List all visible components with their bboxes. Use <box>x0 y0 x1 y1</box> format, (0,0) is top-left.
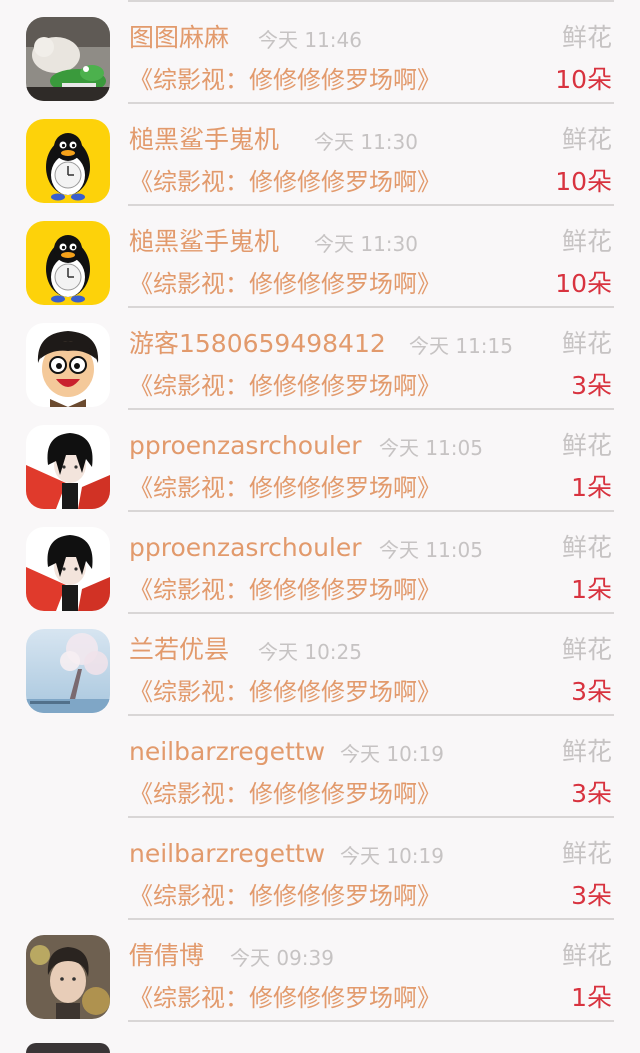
username: 游客1580659498412 <box>129 329 386 358</box>
list-item[interactable]: neilbarzregettw 今天 10:19 鲜花 《综影视：修修修修罗场啊… <box>0 714 640 818</box>
username: 槌黑鲨手嵬机 <box>129 125 280 154</box>
empty-avatar <box>26 731 110 815</box>
username: 图图麻麻 <box>129 23 230 52</box>
timestamp: 今天 11:05 <box>379 436 483 460</box>
work-title: 《综影视：修修修修罗场啊》 <box>129 678 441 706</box>
gift-count: 3朵 <box>571 677 612 706</box>
crocodile-toy-avatar <box>26 17 110 101</box>
cartoon-face-avatar <box>26 323 110 407</box>
gift-count: 3朵 <box>571 881 612 910</box>
list-item[interactable]: 倩倩博 今天 09:39 鲜花 《综影视：修修修修罗场啊》 1朵 <box>0 918 640 1022</box>
penguin-avatar <box>26 119 110 203</box>
gift-count: 1朵 <box>571 575 612 604</box>
timestamp: 今天 11:15 <box>409 334 513 358</box>
gift-type: 鲜花 <box>561 23 612 52</box>
timestamp: 今天 11:30 <box>314 232 418 256</box>
gift-type: 鲜花 <box>561 635 612 664</box>
cherry-blossom-avatar <box>26 629 110 713</box>
work-title: 《综影视：修修修修罗场啊》 <box>129 372 441 400</box>
list-item[interactable]: 槌黑鲨手嵬机 今天 11:30 鲜花 《综影视：修修修修罗场啊》 10朵 <box>0 204 640 308</box>
work-title: 《综影视：修修修修罗场啊》 <box>129 168 441 196</box>
timestamp: 今天 10:19 <box>340 844 444 868</box>
timestamp: 今天 11:46 <box>258 28 362 52</box>
work-title: 《综影视：修修修修罗场啊》 <box>129 984 441 1012</box>
username: pproenzasrchouler <box>129 533 362 562</box>
username: neilbarzregettw <box>129 839 326 868</box>
username: pproenzasrchouler <box>129 431 362 460</box>
gift-count: 10朵 <box>555 65 612 94</box>
list-item[interactable]: neilbarzregettw 今天 10:19 鲜花 《综影视：修修修修罗场啊… <box>0 816 640 920</box>
gift-count: 1朵 <box>571 473 612 502</box>
username: neilbarzregettw <box>129 737 326 766</box>
penguin-avatar <box>26 221 110 305</box>
work-title: 《综影视：修修修修罗场啊》 <box>129 576 441 604</box>
list-item[interactable]: 图图麻麻 今天 11:46 鲜花 《综影视：修修修修罗场啊》 10朵 <box>0 0 640 104</box>
gift-type: 鲜花 <box>561 125 612 154</box>
timestamp: 今天 11:30 <box>314 130 418 154</box>
gift-type: 鲜花 <box>561 737 612 766</box>
work-title: 《综影视：修修修修罗场啊》 <box>129 270 441 298</box>
list-item[interactable]: 槌黑鲨手嵬机 今天 11:30 鲜花 《综影视：修修修修罗场啊》 10朵 <box>0 102 640 206</box>
anime-boy-avatar <box>26 425 110 509</box>
list-item[interactable]: 游客1580659498412 今天 11:15 鲜花 《综影视：修修修修罗场啊… <box>0 306 640 410</box>
empty-avatar <box>26 833 110 917</box>
anime-boy-avatar <box>26 527 110 611</box>
gift-type: 鲜花 <box>561 533 612 562</box>
username: 兰若优昙 <box>129 635 230 664</box>
timestamp: 今天 11:05 <box>379 538 483 562</box>
gift-type: 鲜花 <box>561 941 612 970</box>
list-item[interactable]: 兰若优昙 今天 10:25 鲜花 《综影视：修修修修罗场啊》 3朵 <box>0 612 640 716</box>
gift-type: 鲜花 <box>561 431 612 460</box>
list-item[interactable]: pproenzasrchouler 今天 11:05 鲜花 《综影视：修修修修罗… <box>0 510 640 614</box>
work-title: 《综影视：修修修修罗场啊》 <box>129 780 441 808</box>
username: 槌黑鲨手嵬机 <box>129 227 280 256</box>
gift-count: 10朵 <box>555 167 612 196</box>
next-avatar-peek <box>26 1043 110 1053</box>
gift-count: 3朵 <box>571 779 612 808</box>
work-title: 《综影视：修修修修罗场啊》 <box>129 882 441 910</box>
gift-type: 鲜花 <box>561 329 612 358</box>
gift-type: 鲜花 <box>561 839 612 868</box>
list-item[interactable]: pproenzasrchouler 今天 11:05 鲜花 《综影视：修修修修罗… <box>0 408 640 512</box>
gift-count: 3朵 <box>571 371 612 400</box>
work-title: 《综影视：修修修修罗场啊》 <box>129 66 441 94</box>
gift-count: 1朵 <box>571 983 612 1012</box>
portrait-avatar <box>26 935 110 1019</box>
gift-count: 10朵 <box>555 269 612 298</box>
divider <box>128 1020 614 1022</box>
timestamp: 今天 10:19 <box>340 742 444 766</box>
work-title: 《综影视：修修修修罗场啊》 <box>129 474 441 502</box>
username: 倩倩博 <box>129 941 205 970</box>
timestamp: 今天 09:39 <box>230 946 334 970</box>
gift-type: 鲜花 <box>561 227 612 256</box>
timestamp: 今天 10:25 <box>258 640 362 664</box>
